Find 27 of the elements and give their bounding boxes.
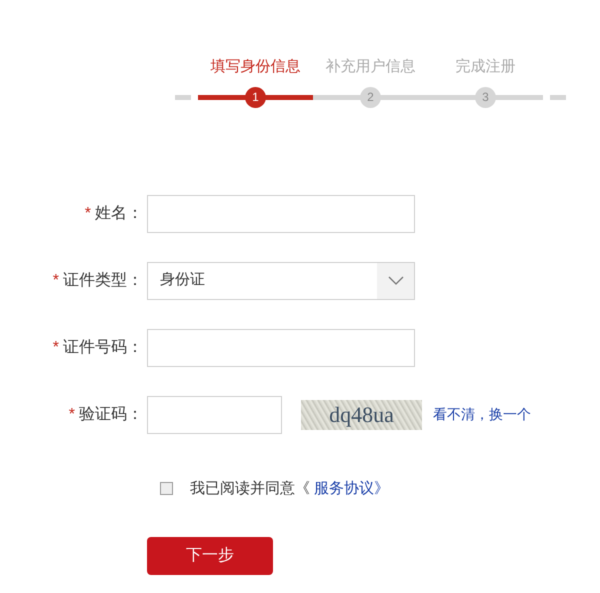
dropdown[interactable]: 身份证 xyxy=(147,262,415,300)
input-field[interactable] xyxy=(147,396,282,434)
captcha-image: dq48ua xyxy=(301,400,422,430)
required-asterisk: * xyxy=(52,338,59,358)
checkbox[interactable] xyxy=(160,482,173,496)
step-label: 完成注册 xyxy=(456,57,516,77)
field-label: 证件类型： xyxy=(63,270,143,290)
step-track-end xyxy=(550,94,566,100)
input-field[interactable] xyxy=(147,194,415,232)
step-label: 补充用户信息 xyxy=(326,57,416,77)
refresh-captcha-link[interactable]: 看不清，换一个 xyxy=(433,404,531,425)
field-label: 姓名： xyxy=(95,204,143,224)
agreement-text: 我已阅读并同意《 xyxy=(190,478,310,498)
input-field[interactable] xyxy=(147,328,415,366)
step-number: 2 xyxy=(360,86,381,108)
field-label: 证件号码： xyxy=(63,338,143,358)
required-asterisk: * xyxy=(52,270,59,290)
step-label: 填写身份信息 xyxy=(210,57,300,77)
terms-link[interactable]: 服务协议》 xyxy=(314,478,389,500)
next-button[interactable]: 下一步 xyxy=(147,537,273,575)
step-track-end xyxy=(175,94,191,100)
required-asterisk: * xyxy=(84,204,91,224)
required-asterisk: * xyxy=(68,404,75,424)
step-number: 1 xyxy=(245,86,266,108)
chevron-down-icon xyxy=(388,276,404,285)
field-label: 验证码： xyxy=(79,404,143,424)
step-number: 3 xyxy=(475,86,496,108)
